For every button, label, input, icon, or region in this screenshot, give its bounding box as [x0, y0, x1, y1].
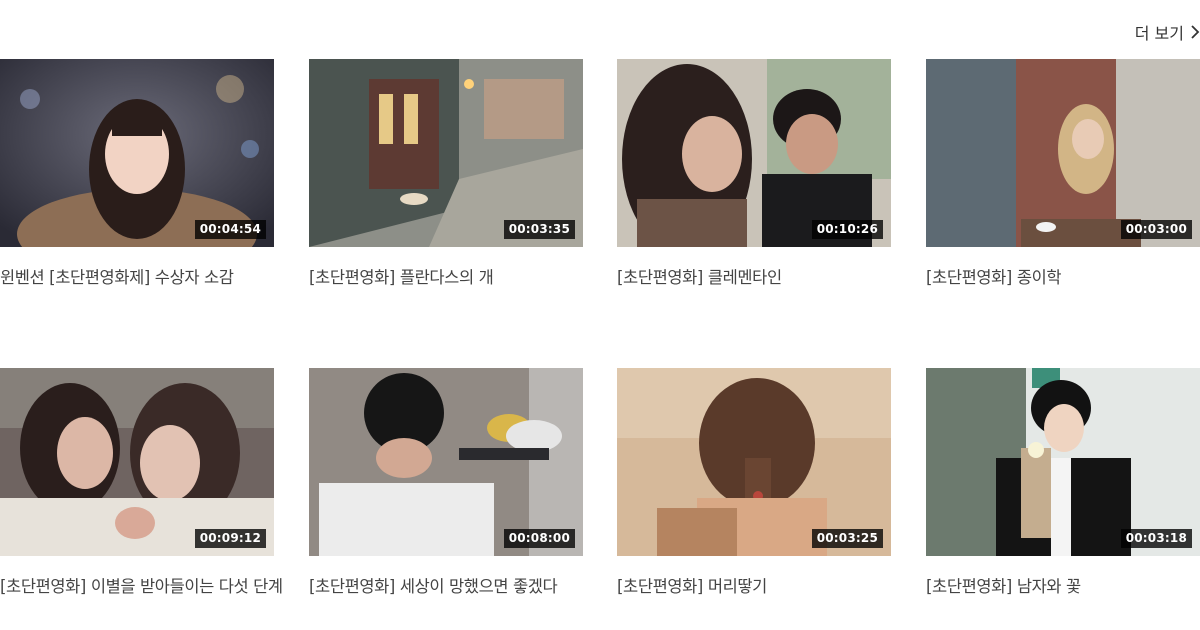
video-card[interactable]: 00:03:00 [초단편영화] 종이학 [926, 59, 1200, 288]
chevron-right-icon [1191, 25, 1200, 39]
video-card[interactable]: 00:03:25 [초단편영화] 머리땋기 [617, 368, 902, 597]
video-title[interactable]: [초단편영화] 머리땋기 [617, 573, 902, 597]
video-title[interactable]: [초단편영화] 종이학 [926, 264, 1200, 288]
thumbnail-image [309, 368, 583, 556]
video-card[interactable]: 00:03:18 [초단편영화] 남자와 꽃 [926, 368, 1200, 597]
thumbnail-image [926, 368, 1200, 556]
video-card[interactable]: 00:03:35 [초단편영화] 플란다스의 개 [309, 59, 594, 288]
video-title[interactable]: [초단편영화] 이별을 받아들이는 다섯 단계 [0, 573, 285, 597]
more-link[interactable]: 더 보기 [1135, 20, 1200, 44]
video-thumbnail[interactable]: 00:09:12 [0, 368, 274, 556]
video-title[interactable]: [초단편영화] 클레멘타인 [617, 264, 902, 288]
video-title[interactable]: 윈벤션 [초단편영화제] 수상자 소감 [0, 264, 285, 288]
duration-badge: 00:03:25 [811, 529, 883, 548]
duration-badge: 00:03:00 [1120, 220, 1192, 239]
video-card[interactable]: 00:10:26 [초단편영화] 클레멘타인 [617, 59, 902, 288]
thumbnail-image [0, 59, 274, 247]
video-card[interactable]: 00:08:00 [초단편영화] 세상이 망했으면 좋겠다 [309, 368, 594, 597]
video-thumbnail[interactable]: 00:10:26 [617, 59, 891, 247]
video-title[interactable]: [초단편영화] 플란다스의 개 [309, 264, 594, 288]
duration-badge: 00:10:26 [811, 220, 883, 239]
duration-badge: 00:08:00 [503, 529, 575, 548]
more-link-label: 더 보기 [1134, 24, 1184, 43]
video-card[interactable]: 00:09:12 [초단편영화] 이별을 받아들이는 다섯 단계 [0, 368, 285, 597]
duration-badge: 00:03:35 [503, 220, 575, 239]
video-thumbnail[interactable]: 00:04:54 [0, 59, 274, 247]
duration-badge: 00:09:12 [194, 529, 266, 548]
video-thumbnail[interactable]: 00:08:00 [309, 368, 583, 556]
duration-badge: 00:03:18 [1120, 529, 1192, 548]
thumbnail-image [926, 59, 1200, 247]
thumbnail-image [617, 59, 891, 247]
thumbnail-image [617, 368, 891, 556]
video-title[interactable]: [초단편영화] 세상이 망했으면 좋겠다 [309, 573, 594, 597]
video-thumbnail[interactable]: 00:03:00 [926, 59, 1200, 247]
video-card[interactable]: 00:04:54 윈벤션 [초단편영화제] 수상자 소감 [0, 59, 285, 288]
duration-badge: 00:04:54 [194, 220, 266, 239]
thumbnail-image [309, 59, 583, 247]
video-thumbnail[interactable]: 00:03:25 [617, 368, 891, 556]
thumbnail-image [0, 368, 274, 556]
video-thumbnail[interactable]: 00:03:18 [926, 368, 1200, 556]
video-title[interactable]: [초단편영화] 남자와 꽃 [926, 573, 1200, 597]
video-thumbnail[interactable]: 00:03:35 [309, 59, 583, 247]
